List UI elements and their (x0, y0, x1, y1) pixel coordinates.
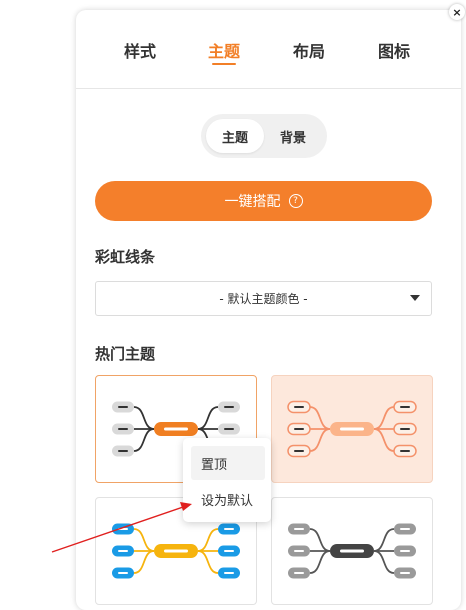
annotation-arrow (51, 502, 192, 553)
